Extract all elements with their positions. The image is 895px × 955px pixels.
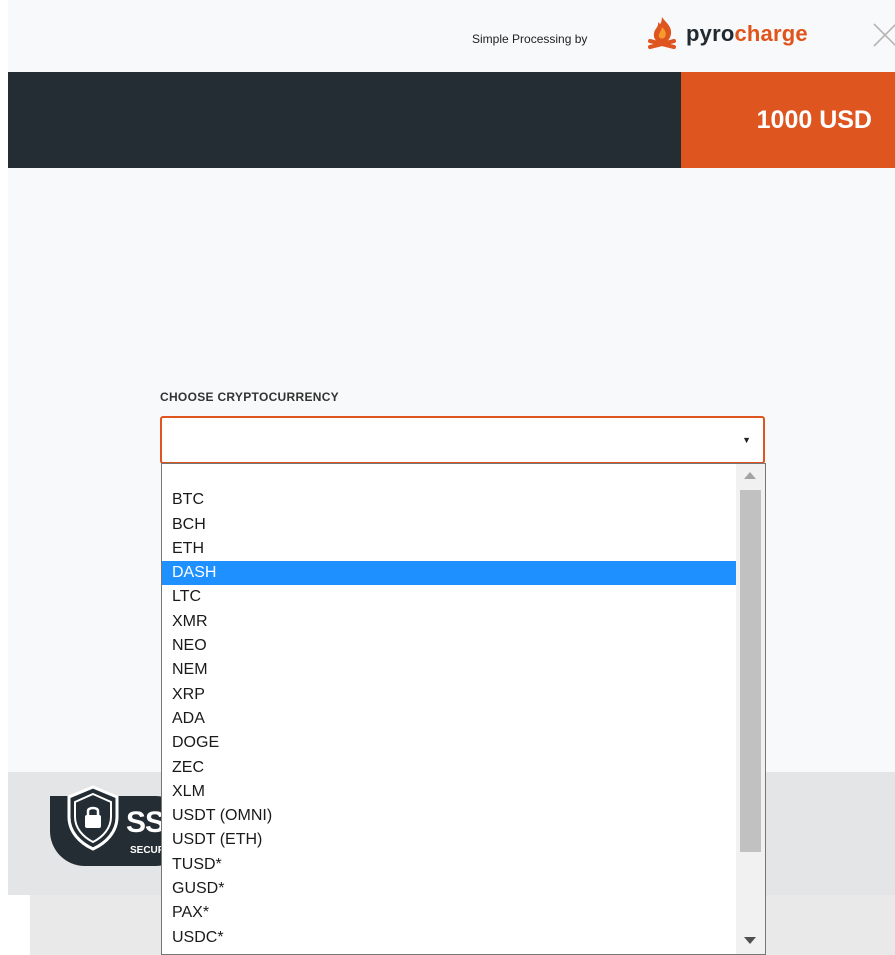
payment-amount: 1000 USD xyxy=(756,105,872,134)
dropdown-option[interactable]: TUSD* xyxy=(162,853,736,877)
dropdown-option[interactable]: NEO xyxy=(162,634,736,658)
left-page-edge xyxy=(0,0,8,955)
modal-topbar: Simple Processing by pyrocharge xyxy=(8,0,895,72)
choose-cryptocurrency-label: CHOOSE CRYPTOCURRENCY xyxy=(160,390,339,404)
amount-box: 1000 USD xyxy=(681,72,895,168)
scrollbar-thumb[interactable] xyxy=(740,490,761,852)
scroll-down-arrow-icon[interactable] xyxy=(744,937,756,944)
dropdown-option[interactable]: BCH xyxy=(162,513,736,537)
caret-down-icon: ▼ xyxy=(742,435,751,445)
dropdown-option[interactable]: DOGE xyxy=(162,731,736,755)
dropdown-option[interactable]: LTC xyxy=(162,585,736,609)
dropdown-option[interactable]: GUSD* xyxy=(162,877,736,901)
dropdown-option[interactable]: XRP xyxy=(162,683,736,707)
dropdown-option[interactable] xyxy=(162,464,736,488)
dropdown-option[interactable]: USDC* xyxy=(162,926,736,950)
close-button[interactable] xyxy=(870,20,895,56)
cryptocurrency-select[interactable]: ▼ xyxy=(160,416,765,464)
dropdown-scrollbar[interactable] xyxy=(736,464,765,954)
dropdown-option[interactable]: XLM xyxy=(162,780,736,804)
close-icon xyxy=(873,23,895,47)
brand-name: pyrocharge xyxy=(686,21,808,47)
brand-part-pyro: pyro xyxy=(686,21,735,46)
dropdown-options: BTC BCH ETH DASH LTC XMR NEO NEM XRP ADA DOGE ZEC XL… xyxy=(162,464,736,950)
dropdown-option[interactable]: USDT (ETH) xyxy=(162,828,736,852)
dropdown-option[interactable]: BTC xyxy=(162,488,736,512)
page-background xyxy=(8,895,30,955)
dropdown-option[interactable]: DASH xyxy=(162,561,736,586)
dropdown-option[interactable]: ETH xyxy=(162,537,736,561)
cryptocurrency-dropdown-list[interactable]: BTC BCH ETH DASH LTC XMR NEO NEM XRP ADA DOGE ZEC XL… xyxy=(161,463,766,955)
brand-part-charge: charge xyxy=(734,21,808,46)
dropdown-option[interactable]: XMR xyxy=(162,610,736,634)
dropdown-option[interactable]: ADA xyxy=(162,707,736,731)
pyrocharge-logo: pyrocharge xyxy=(644,14,808,54)
dropdown-option[interactable]: ZEC xyxy=(162,756,736,780)
dropdown-option[interactable]: PAX* xyxy=(162,901,736,925)
shield-lock-icon xyxy=(67,785,119,851)
dropdown-option[interactable]: USDT (OMNI) xyxy=(162,804,736,828)
flame-logo-icon xyxy=(648,17,676,49)
powered-by-text: Simple Processing by xyxy=(472,32,588,46)
dropdown-option[interactable]: NEM xyxy=(162,658,736,682)
scroll-up-arrow-icon[interactable] xyxy=(744,472,756,479)
